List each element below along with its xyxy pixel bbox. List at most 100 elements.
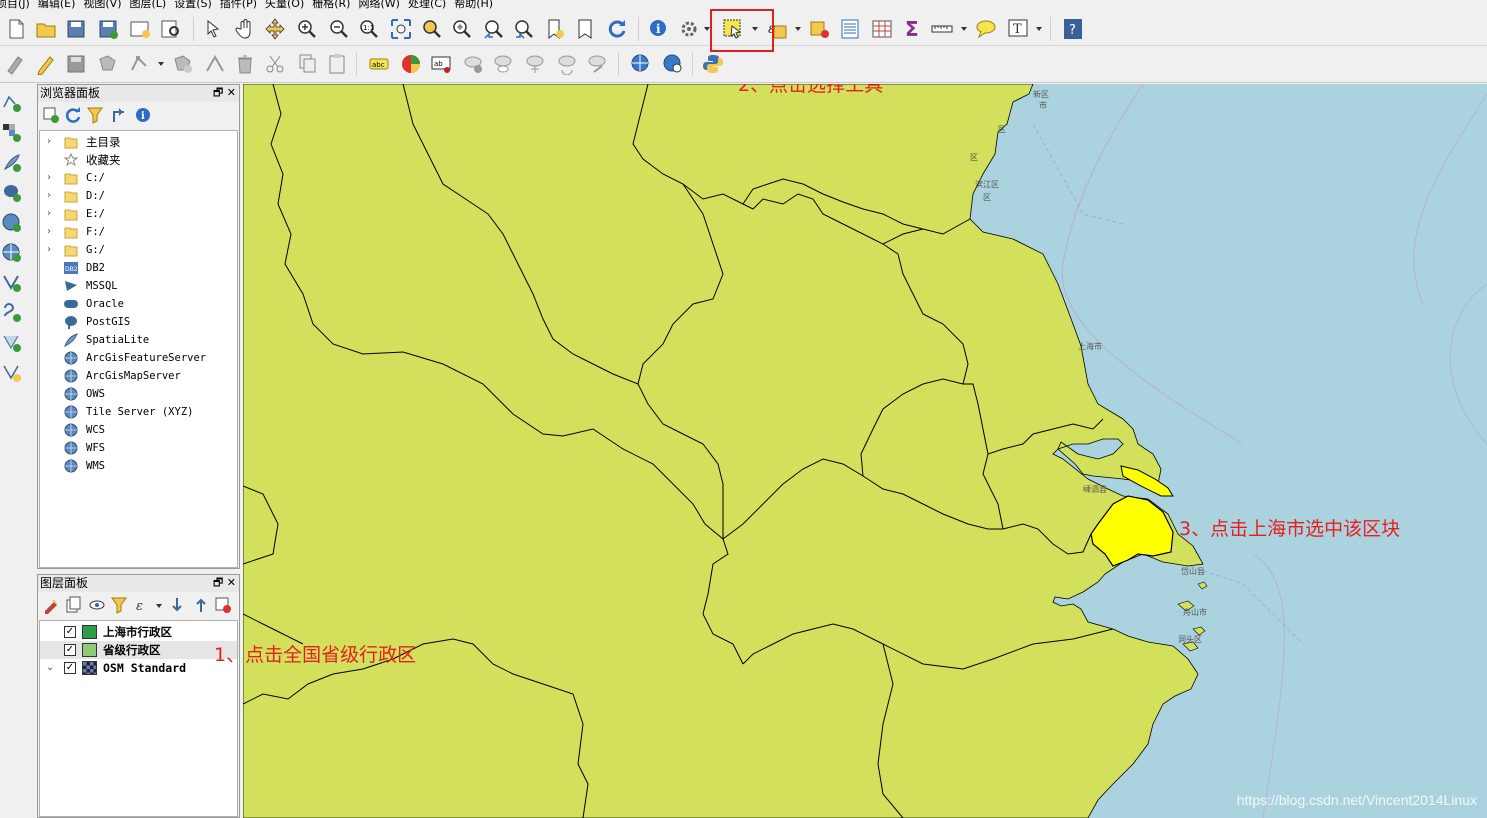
browser-item[interactable]: WCS — [40, 421, 237, 439]
chevron-right-icon[interactable]: › — [47, 187, 51, 205]
menu-item[interactable]: 项目(J) — [0, 0, 38, 12]
menu-item[interactable]: 矢量(O) — [265, 0, 312, 12]
style-icon[interactable] — [42, 596, 60, 614]
sum-icon[interactable]: Σ — [899, 16, 925, 42]
menu-item[interactable]: 栅格(R) — [312, 0, 358, 12]
metasearch-icon[interactable] — [628, 51, 654, 77]
statistics-icon[interactable] — [869, 16, 895, 42]
filter-legend-icon[interactable] — [110, 596, 128, 614]
pan-map-to-selection-icon[interactable] — [262, 16, 288, 42]
help-icon[interactable]: ? — [1060, 16, 1086, 42]
map-canvas[interactable]: 新区市区区滨江区区上海市 嵊泗县 岱山县 舟山市 洞头区 2、点击选择工具 3、点击上海… — [243, 84, 1487, 818]
browser-item[interactable]: ArcGisFeatureServer — [40, 349, 237, 367]
zoom-in-icon[interactable] — [294, 16, 320, 42]
refresh-icon[interactable] — [64, 106, 82, 124]
new-project-icon[interactable] — [3, 16, 29, 42]
save-as-icon[interactable] — [95, 16, 121, 42]
text-annotation-icon[interactable]: T — [1005, 16, 1031, 42]
deselect-all-icon[interactable] — [807, 16, 833, 42]
browser-item[interactable]: WMS — [40, 457, 237, 475]
browser-item[interactable]: OWS — [40, 385, 237, 403]
browser-item[interactable]: › G:/ — [40, 241, 237, 259]
browser-item[interactable]: › 主目录 — [40, 133, 237, 151]
cut-features-icon[interactable] — [262, 51, 288, 77]
toggle-editing-icon[interactable] — [33, 51, 59, 77]
add-postgis-layer-icon[interactable] — [0, 180, 24, 206]
browser-item[interactable]: SpatiaLite — [40, 331, 237, 349]
map-tips-icon[interactable] — [973, 16, 999, 42]
panel-float-close-icons[interactable]: 🗗 ✕ — [213, 85, 236, 101]
diagram-options-icon[interactable] — [398, 51, 424, 77]
menu-item[interactable]: 图层(L) — [129, 0, 174, 12]
zoom-native-resolution-icon[interactable]: 1:1 — [356, 16, 382, 42]
menu-item[interactable]: 处理(C) — [408, 0, 454, 12]
layer-item[interactable]: ✓ 上海市行政区 — [40, 623, 237, 641]
zoom-full-icon[interactable] — [388, 16, 414, 42]
filter-icon[interactable] — [86, 106, 104, 124]
rotate-label-icon[interactable] — [554, 51, 580, 77]
layer-item[interactable]: ⌄ ✓ OSM Standard — [40, 659, 237, 677]
browser-item[interactable]: › F:/ — [40, 223, 237, 241]
save-layer-edits-icon[interactable] — [63, 51, 89, 77]
visibility-icon[interactable] — [88, 596, 106, 614]
layer-visibility-checkbox[interactable]: ✓ — [64, 662, 76, 674]
chevron-right-icon[interactable]: › — [47, 169, 51, 187]
add-selected-layers-icon[interactable] — [42, 106, 60, 124]
remove-layer-icon[interactable] — [214, 596, 232, 614]
add-virtual-layer-icon[interactable] — [0, 330, 24, 356]
refresh-icon[interactable] — [604, 16, 630, 42]
add-wcs-layer-icon[interactable] — [0, 240, 24, 266]
chevron-right-icon[interactable]: › — [47, 223, 51, 241]
run-feature-action-icon[interactable] — [676, 16, 702, 42]
browser-item[interactable]: Oracle — [40, 295, 237, 313]
reshape-icon[interactable] — [202, 51, 228, 77]
highlight-pin-label-icon[interactable]: ab — [428, 51, 454, 77]
expand-all-icon[interactable] — [168, 596, 186, 614]
add-vector-layer-icon[interactable] — [0, 90, 24, 116]
new-spatial-bookmark-icon[interactable] — [542, 16, 568, 42]
panel-float-close-icons[interactable]: 🗗 ✕ — [213, 575, 236, 591]
move-label-icon[interactable] — [522, 51, 548, 77]
layer-visibility-checkbox[interactable]: ✓ — [64, 644, 76, 656]
attribute-table-icon[interactable] — [837, 16, 863, 42]
add-spatialite-layer-icon[interactable] — [0, 150, 24, 176]
save-project-icon[interactable] — [63, 16, 89, 42]
python-console-icon[interactable] — [700, 51, 726, 77]
filter-by-expression-icon[interactable]: ε — [134, 596, 152, 614]
vertex-tool-icon[interactable] — [127, 51, 153, 77]
new-print-layout-icon[interactable] — [127, 16, 153, 42]
zoom-to-selection-icon[interactable] — [418, 16, 444, 42]
add-polygon-icon[interactable] — [95, 51, 121, 77]
menu-item[interactable]: 编辑(E) — [38, 0, 84, 12]
menu-item[interactable]: 帮助(H) — [454, 0, 501, 12]
chevron-down-icon[interactable]: ⌄ — [46, 659, 54, 677]
info-icon[interactable]: i — [134, 106, 152, 124]
menu-item[interactable]: 设置(S) — [174, 0, 220, 12]
zoom-next-icon[interactable] — [510, 16, 536, 42]
zoom-to-layer-icon[interactable] — [448, 16, 474, 42]
browser-item[interactable]: MSSQL — [40, 277, 237, 295]
change-label-icon[interactable] — [584, 51, 610, 77]
open-project-icon[interactable] — [33, 16, 59, 42]
add-wms-layer-icon[interactable] — [0, 210, 24, 236]
browser-item[interactable]: DB2 DB2 — [40, 259, 237, 277]
new-shapefile-layer-icon[interactable] — [0, 360, 24, 386]
map-drawing[interactable] — [243, 84, 1487, 818]
browser-item[interactable]: Tile Server (XYZ) — [40, 403, 237, 421]
browser-item[interactable]: PostGIS — [40, 313, 237, 331]
layout-manager-icon[interactable] — [157, 16, 183, 42]
layer-item[interactable]: ✓ 省级行政区 — [40, 641, 237, 659]
browser-item[interactable]: › D:/ — [40, 187, 237, 205]
add-wfs-layer-icon[interactable] — [0, 270, 24, 296]
web-search-icon[interactable] — [660, 51, 686, 77]
collapse-all-layers-icon[interactable] — [192, 596, 210, 614]
collapse-all-icon[interactable] — [110, 106, 128, 124]
add-group-icon[interactable] — [64, 596, 82, 614]
copy-features-icon[interactable] — [294, 51, 320, 77]
menu-item[interactable]: 插件(P) — [220, 0, 265, 12]
pan-map-icon[interactable] — [232, 16, 258, 42]
zoom-out-icon[interactable] — [326, 16, 352, 42]
paste-features-icon[interactable] — [324, 51, 350, 77]
current-edits-icon[interactable] — [3, 51, 29, 77]
chevron-right-icon[interactable]: › — [47, 133, 51, 151]
